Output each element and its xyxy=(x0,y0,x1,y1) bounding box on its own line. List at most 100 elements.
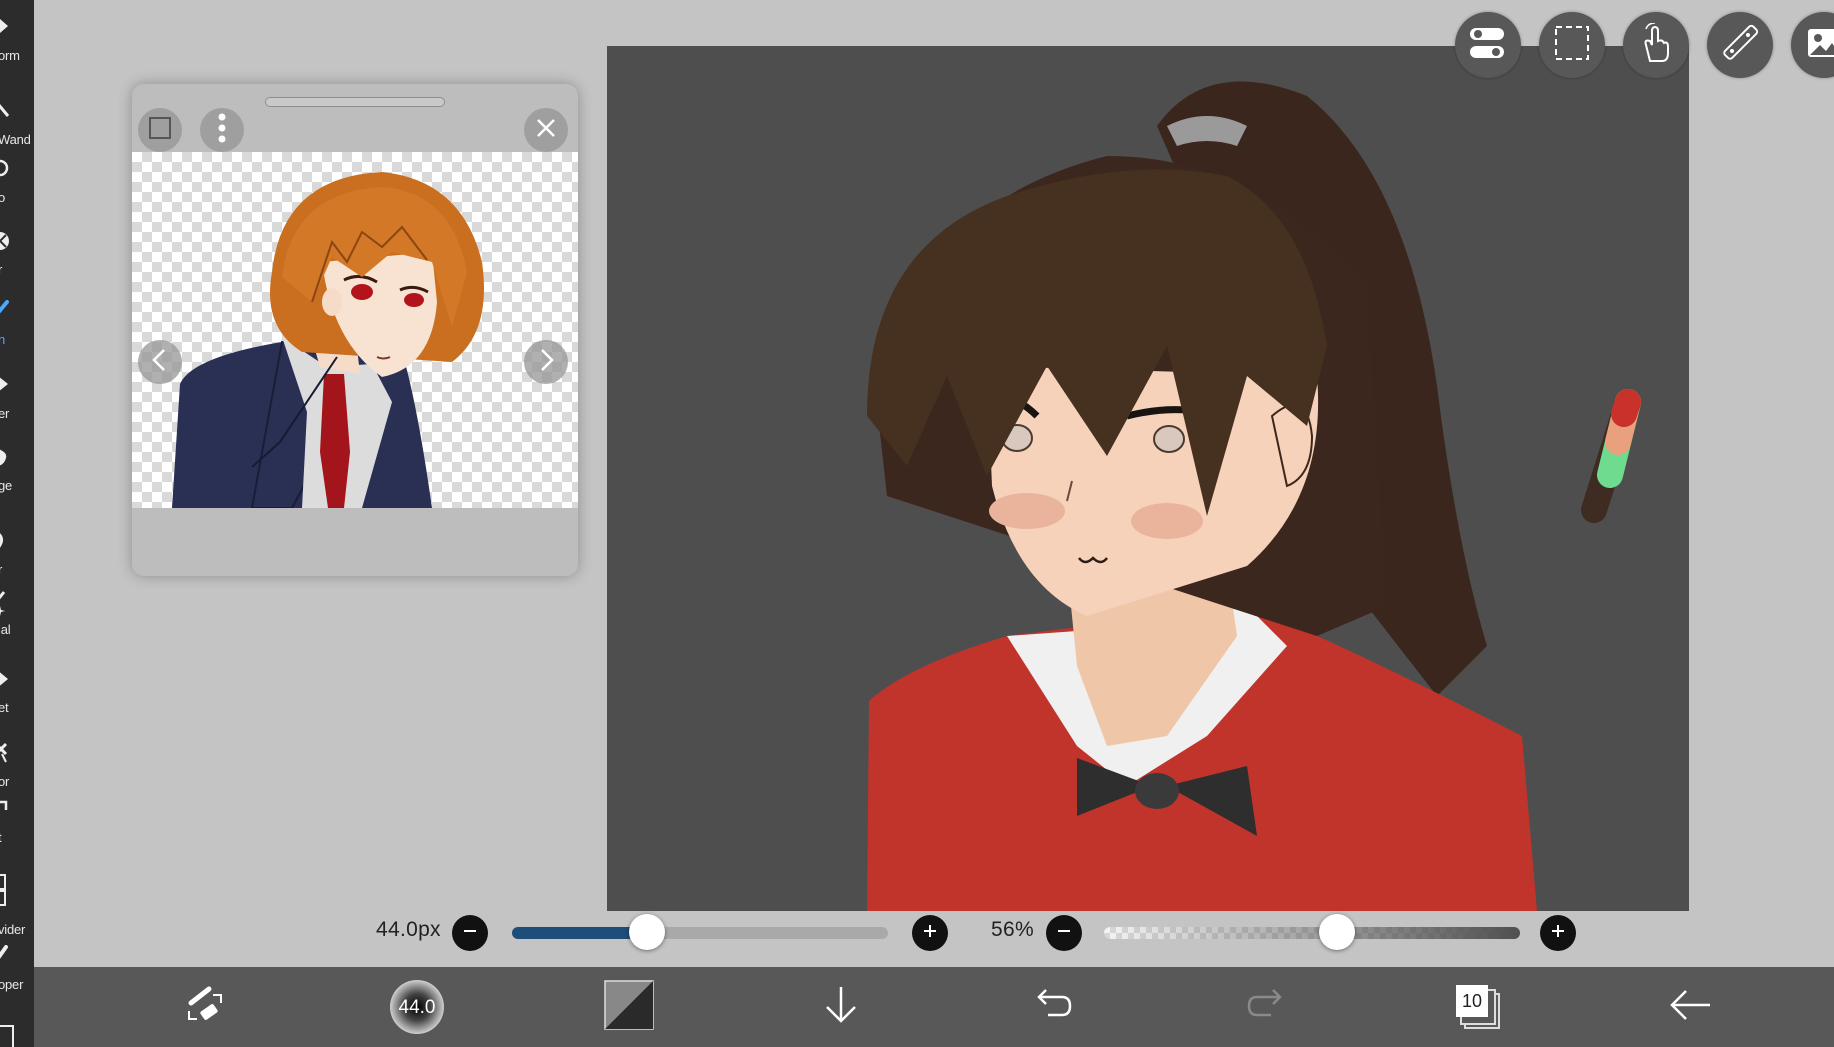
brush-size-increase-button[interactable] xyxy=(912,915,948,951)
more-options-icon xyxy=(217,113,227,148)
previous-arrow-icon xyxy=(150,348,170,377)
brush-size-value: 44.0px xyxy=(376,918,441,941)
ref-previous-button[interactable] xyxy=(138,340,182,384)
drawing-canvas[interactable] xyxy=(607,46,1689,911)
gallery-icon xyxy=(1806,25,1834,66)
eyedropper-icon xyxy=(0,945,12,965)
filter-icon xyxy=(0,230,12,250)
tool-eyedropper[interactable]: oper xyxy=(0,945,34,1005)
opacity-knob[interactable] xyxy=(1318,914,1355,950)
tool-gradient[interactable]: or xyxy=(0,742,34,802)
tool-frame-divider[interactable]: vider xyxy=(0,874,34,937)
brush-preview-icon: 44.0 xyxy=(390,980,444,1034)
eraser-icon xyxy=(0,374,12,394)
minus-icon xyxy=(462,923,478,944)
touch-icon xyxy=(1638,21,1674,68)
tool-transform[interactable]: orm xyxy=(0,16,34,76)
tool-label: r xyxy=(0,562,2,577)
tool-label: vider xyxy=(0,922,26,937)
brush-size-knob[interactable] xyxy=(629,914,666,950)
tool-label: t xyxy=(0,830,2,845)
opacity-slider[interactable] xyxy=(1104,927,1520,939)
brush-size-slider[interactable] xyxy=(512,927,888,939)
undo-button[interactable] xyxy=(1013,967,1093,1047)
tool-label: et xyxy=(0,700,9,715)
tool-label: er xyxy=(0,406,10,421)
ref-menu-button[interactable] xyxy=(200,108,244,152)
tool-text[interactable]: t xyxy=(0,798,34,858)
drag-handle[interactable] xyxy=(265,97,445,107)
swap-tool-icon xyxy=(183,983,227,1032)
layers-icon: 10 xyxy=(1456,985,1500,1029)
transform-icon xyxy=(0,16,12,36)
back-arrow-icon xyxy=(1668,987,1712,1028)
tool-special-brush[interactable]: ial xyxy=(0,590,34,650)
tool-label: Wand xyxy=(0,132,31,147)
redo-icon xyxy=(1245,987,1287,1028)
color-history-palette[interactable] xyxy=(1574,380,1658,540)
lasso-icon xyxy=(0,158,12,178)
opacity-decrease-button[interactable] xyxy=(1046,915,1082,951)
tool-label: h xyxy=(0,332,6,347)
brush-icon xyxy=(0,300,12,320)
tool-filter[interactable]: r xyxy=(0,230,34,290)
tool-eraser[interactable]: er xyxy=(0,374,34,434)
brush-size-decrease-button[interactable] xyxy=(452,915,488,951)
magic-wand-icon xyxy=(0,100,12,120)
toggle-icon xyxy=(1468,25,1508,66)
frame-divider-icon xyxy=(0,874,12,906)
back-button[interactable] xyxy=(1650,967,1730,1047)
tool-label: o xyxy=(0,190,6,205)
plus-icon xyxy=(922,923,938,944)
brush-preview-label: 44.0 xyxy=(398,997,436,1018)
tool-label: or xyxy=(0,774,10,789)
next-arrow-icon xyxy=(536,348,556,377)
tool-label: r xyxy=(0,262,2,277)
color-swatch-icon xyxy=(604,979,654,1035)
download-button[interactable] xyxy=(801,967,881,1047)
ref-close-button[interactable] xyxy=(524,108,568,152)
ref-expand-button[interactable] xyxy=(138,108,182,152)
layers-button[interactable]: 10 xyxy=(1438,967,1518,1047)
tool-magic-wand[interactable]: Wand xyxy=(0,100,34,160)
color-swatch-button[interactable] xyxy=(589,967,669,1047)
toggle-ui-button[interactable] xyxy=(1455,12,1521,78)
tool-label: ial xyxy=(0,622,11,637)
expand-icon xyxy=(148,116,172,145)
close-icon xyxy=(535,117,557,144)
tool-blur[interactable]: r xyxy=(0,530,34,590)
swap-tool-button[interactable] xyxy=(165,967,245,1047)
minus-icon xyxy=(1056,923,1072,944)
plus-icon xyxy=(1550,923,1566,944)
tool-label: ge xyxy=(0,478,13,493)
download-icon xyxy=(821,983,861,1032)
ref-next-button[interactable] xyxy=(524,340,568,384)
opacity-value: 56% xyxy=(991,918,1034,941)
layers-count: 10 xyxy=(1456,985,1488,1017)
selection-button[interactable] xyxy=(1539,12,1605,78)
partial-tool-icon xyxy=(0,1025,14,1047)
special-brush-icon xyxy=(0,590,12,616)
smudge-icon xyxy=(0,446,12,466)
reference-window[interactable] xyxy=(132,84,578,576)
brush-preview-button[interactable]: 44.0 xyxy=(377,967,457,1047)
opacity-increase-button[interactable] xyxy=(1540,915,1576,951)
bucket-icon xyxy=(0,668,12,688)
tool-bucket[interactable]: et xyxy=(0,668,34,728)
brush-size-fill xyxy=(512,927,648,939)
tool-brush[interactable]: h xyxy=(0,300,34,360)
gradient-icon xyxy=(0,742,12,763)
gallery-button[interactable] xyxy=(1791,12,1834,78)
tool-lasso[interactable]: o xyxy=(0,158,34,218)
ruler-icon xyxy=(1721,24,1759,67)
tool-label: oper xyxy=(0,977,24,992)
touch-button[interactable] xyxy=(1623,12,1689,78)
blur-icon xyxy=(0,530,12,550)
undo-icon xyxy=(1032,987,1074,1028)
tool-smudge[interactable]: ge xyxy=(0,446,34,506)
left-toolbar: orm Wand o r h er ge r ial et or t xyxy=(0,0,34,1047)
text-icon xyxy=(0,798,12,818)
redo-button[interactable] xyxy=(1226,967,1306,1047)
tool-label: orm xyxy=(0,48,20,63)
ruler-button[interactable] xyxy=(1707,12,1773,78)
